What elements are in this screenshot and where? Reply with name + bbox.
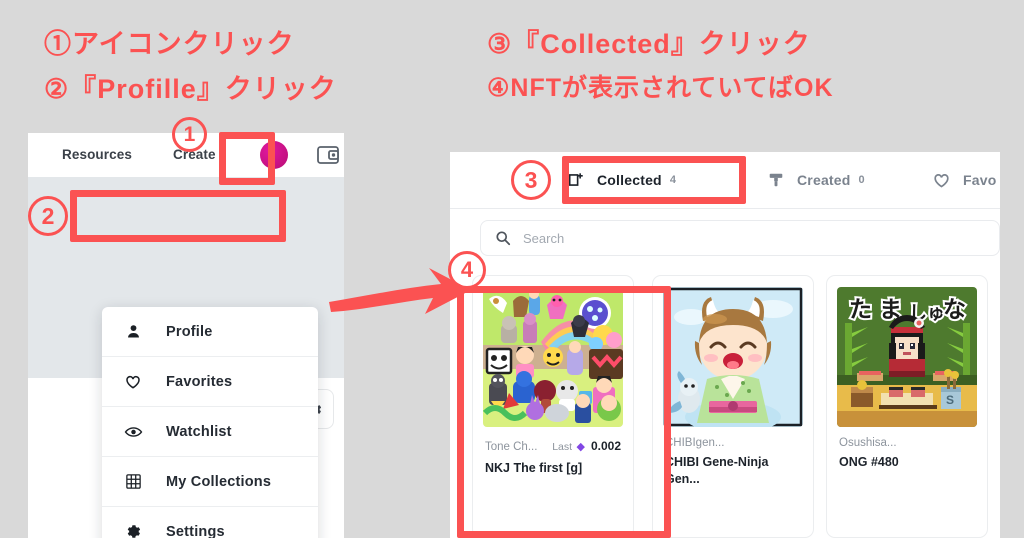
- menu-item-label: Profile: [166, 323, 213, 340]
- nft-thumbnail: [663, 287, 803, 427]
- search-icon: [495, 230, 511, 246]
- annotation-step-2-text: ②『Profille』クリック: [44, 74, 337, 104]
- highlight-box-profile: [70, 190, 286, 242]
- menu-item-my-collections[interactable]: My Collections: [102, 457, 318, 507]
- gear-icon: [122, 521, 144, 538]
- highlight-box-collected: [562, 156, 746, 204]
- created-icon: [766, 171, 785, 190]
- nft-card[interactable]: CHIBIgen... CHIBI Gene-Ninja Gen...: [652, 275, 814, 538]
- person-icon: [122, 321, 144, 343]
- menu-item-label: My Collections: [166, 473, 272, 490]
- menu-item-label: Watchlist: [166, 423, 232, 440]
- annotation-step-1-text: ①アイコンクリック: [44, 29, 295, 59]
- svg-text:な: な: [943, 296, 966, 322]
- menu-item-watchlist[interactable]: Watchlist: [102, 407, 318, 457]
- nft-card-meta: CHIBIgen... CHIBI Gene-Ninja Gen...: [653, 427, 813, 488]
- svg-text:た: た: [849, 296, 872, 322]
- menu-item-profile[interactable]: Profile: [102, 307, 318, 357]
- tab-favorites[interactable]: Favo: [932, 152, 996, 209]
- nft-name: ONG #480: [839, 455, 899, 469]
- search-row: Search: [450, 209, 1000, 267]
- step-marker-3: 3: [511, 160, 551, 200]
- tutorial-image: ①アイコンクリック ②『Profille』クリック ③『Collected』クリ…: [0, 0, 1024, 538]
- highlight-box-nft-card: [457, 286, 671, 538]
- menu-item-label: Favorites: [166, 373, 233, 390]
- highlight-box-avatar: [219, 132, 275, 185]
- svg-text:S: S: [946, 393, 954, 407]
- search-input[interactable]: Search: [480, 220, 1000, 256]
- step-marker-2: 2: [28, 196, 68, 236]
- nft-thumbnail: た ま しゅ な S: [837, 287, 977, 427]
- tab-created[interactable]: Created 0: [766, 152, 865, 209]
- annotation-step-3-text: ③『Collected』クリック: [487, 29, 811, 59]
- wallet-icon[interactable]: [316, 144, 340, 166]
- nft-collection-name: Osushisa...: [839, 437, 897, 449]
- tab-label: Created: [797, 172, 851, 188]
- menu-item-label: Settings: [166, 523, 225, 538]
- eye-icon: [122, 421, 144, 443]
- grid-icon: [122, 471, 144, 493]
- menu-item-settings[interactable]: Settings: [102, 507, 318, 538]
- heart-icon: [932, 171, 951, 190]
- nft-collection-name: CHIBIgen...: [665, 437, 725, 449]
- nft-card[interactable]: た ま しゅ な S Osushisa... ONG #480: [826, 275, 988, 538]
- menu-item-favorites[interactable]: Favorites: [102, 357, 318, 407]
- annotation-step-4-text: ④NFTが表示されていてばOK: [487, 74, 834, 102]
- tab-label: Favo: [963, 172, 997, 188]
- right-arrow-icon: [325, 262, 475, 332]
- search-placeholder: Search: [523, 230, 565, 246]
- nft-card-meta: Osushisa... ONG #480: [827, 427, 987, 471]
- nft-name: CHIBI Gene-Ninja Gen...: [665, 455, 769, 486]
- step-marker-1: 1: [172, 117, 207, 152]
- nav-link-resources[interactable]: Resources: [62, 147, 132, 162]
- tab-count: 0: [858, 174, 865, 186]
- heart-icon: [122, 371, 144, 393]
- account-dropdown-menu: Profile Favorites Watchlist My Collectio…: [102, 307, 318, 538]
